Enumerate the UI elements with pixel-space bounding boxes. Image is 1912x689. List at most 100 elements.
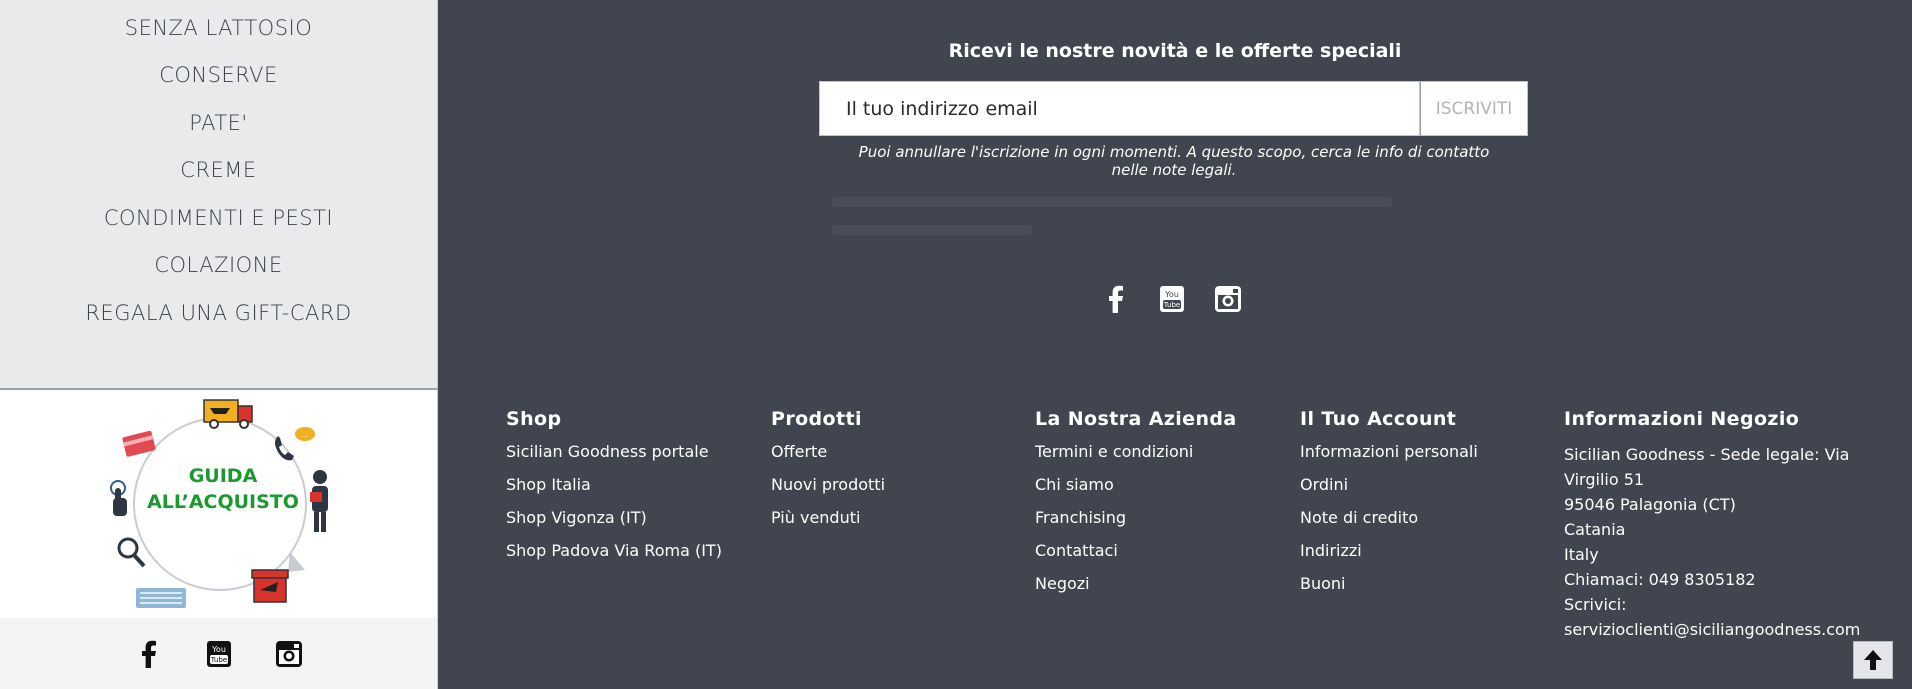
footer-link[interactable]: Chi siamo (1035, 475, 1114, 494)
footer-heading-azienda: La Nostra Azienda (1035, 408, 1237, 430)
footer-link-item: Ordini (1300, 475, 1478, 508)
store-postal-line: 95046 Palagonia (CT) (1564, 495, 1736, 514)
footer-link[interactable]: Shop Padova Via Roma (IT) (506, 541, 722, 560)
category-menu: SENZA LATTOSIO CONSERVE PATE' CREME COND… (0, 0, 438, 388)
footer-link-item: Shop Padova Via Roma (IT) (506, 541, 722, 574)
footer-link[interactable]: Negozi (1035, 574, 1090, 593)
svg-text:Tube: Tube (1163, 301, 1180, 309)
footer-link-item: Shop Italia (506, 475, 722, 508)
footer-social-links: You Tube (1100, 283, 1244, 315)
newsletter-note: Puoi annullare l'iscrizione in ogni mome… (858, 143, 1490, 179)
sidebar-social-links: You Tube (0, 618, 438, 689)
store-country-line: Italy (1564, 545, 1599, 564)
category-link-creme[interactable]: CREME (180, 158, 256, 182)
footer-link[interactable]: Più venduti (771, 508, 860, 527)
footer-column-account: Il Tuo Account Informazioni personali Or… (1300, 408, 1478, 607)
footer-link[interactable]: Indirizzi (1300, 541, 1362, 560)
store-phone-line: Chiamaci: 049 8305182 (1564, 570, 1756, 589)
facebook-icon[interactable] (133, 638, 165, 670)
youtube-icon[interactable]: You Tube (1156, 283, 1188, 315)
svg-text:…: … (300, 430, 308, 439)
store-email-link[interactable]: servizioclienti@siciliangoodness.com (1564, 617, 1864, 642)
category-link-gift-card[interactable]: REGALA UNA GIFT-CARD (85, 301, 351, 325)
footer-link-item: Offerte (771, 442, 885, 475)
category-list: SENZA LATTOSIO CONSERVE PATE' CREME COND… (0, 0, 437, 337)
category-link-senza-lattosio[interactable]: SENZA LATTOSIO (125, 16, 313, 40)
footer-link[interactable]: Offerte (771, 442, 827, 461)
footer-link[interactable]: Note di credito (1300, 508, 1418, 527)
delivery-truck-icon (203, 399, 253, 429)
category-link-conserve[interactable]: CONSERVE (159, 63, 278, 87)
footer-link[interactable]: Ordini (1300, 475, 1348, 494)
category-item: CONDIMENTI E PESTI (0, 194, 437, 242)
category-link-colazione[interactable]: COLAZIONE (154, 253, 282, 277)
store-email-label: Scrivici: (1564, 595, 1627, 614)
arrow-up-icon (1864, 650, 1882, 670)
guide-title-line2: ALL’ACQUISTO (147, 491, 299, 513)
footer-link-item: Informazioni personali (1300, 442, 1478, 475)
category-item: CONSERVE (0, 52, 437, 100)
footer-link-item: Nuovi prodotti (771, 475, 885, 508)
package-box-icon (251, 569, 289, 603)
footer-link[interactable]: Shop Italia (506, 475, 591, 494)
newsletter-email-input[interactable] (819, 81, 1420, 136)
youtube-icon[interactable]: You Tube (203, 638, 235, 670)
footer-link[interactable]: Contattaci (1035, 541, 1118, 560)
shopping-guide-banner[interactable]: … GUIDA ALL’ACQUISTO (0, 390, 438, 618)
footer-link-item: Chi siamo (1035, 475, 1237, 508)
svg-text:You: You (1164, 290, 1179, 299)
footer-link-item: Negozi (1035, 574, 1237, 607)
faint-placeholder-text (832, 197, 1432, 241)
footer-column-store-info: Informazioni Negozio Sicilian Goodness -… (1564, 408, 1864, 642)
back-to-top-button[interactable] (1853, 641, 1893, 679)
footer-link[interactable]: Buoni (1300, 574, 1346, 593)
hand-tap-icon (110, 480, 127, 516)
footer-heading-prodotti: Prodotti (771, 408, 862, 430)
footer-column-shop: Shop Sicilian Goodness portale Shop Ital… (506, 408, 722, 574)
category-item: SENZA LATTOSIO (0, 4, 437, 52)
subscribe-button[interactable]: ISCRIVITI (1420, 81, 1528, 136)
facebook-icon[interactable] (1100, 283, 1132, 315)
footer-heading-shop: Shop (506, 408, 562, 430)
newsletter-title: Ricevi le nostre novità e le offerte spe… (948, 40, 1402, 62)
category-link-condimenti-e-pesti[interactable]: CONDIMENTI E PESTI (104, 206, 333, 230)
category-item: REGALA UNA GIFT-CARD (0, 289, 437, 337)
footer-link[interactable]: Informazioni personali (1300, 442, 1478, 461)
footer-link-item: Sicilian Goodness portale (506, 442, 722, 475)
footer-link-item: Indirizzi (1300, 541, 1478, 574)
category-item: COLAZIONE (0, 242, 437, 290)
footer-link[interactable]: Franchising (1035, 508, 1126, 527)
newsletter-form: ISCRIVITI (819, 81, 1528, 136)
store-address-line: Sicilian Goodness - Sede legale: Via (1564, 445, 1850, 464)
magnifier-icon (117, 537, 146, 568)
footer-heading-account: Il Tuo Account (1300, 408, 1457, 430)
svg-text:Tube: Tube (209, 656, 226, 664)
category-item: CREME (0, 147, 437, 195)
person-icon (310, 470, 328, 532)
footer-column-azienda: La Nostra Azienda Termini e condizioni C… (1035, 408, 1237, 607)
footer-link-item: Termini e condizioni (1035, 442, 1237, 475)
guide-title-line1: GUIDA (189, 465, 258, 487)
category-link-pate[interactable]: PATE' (189, 111, 247, 135)
keyboard-icon (136, 588, 186, 608)
footer-link-item: Più venduti (771, 508, 885, 541)
category-item: PATE' (0, 99, 437, 147)
store-city-line: Catania (1564, 520, 1626, 539)
phone-icon: … (275, 427, 315, 461)
instagram-icon[interactable] (273, 638, 305, 670)
left-sidebar: SENZA LATTOSIO CONSERVE PATE' CREME COND… (0, 0, 438, 689)
footer-link[interactable]: Shop Vigonza (IT) (506, 508, 647, 527)
footer-link-item: Franchising (1035, 508, 1237, 541)
footer-heading-store: Informazioni Negozio (1564, 408, 1800, 430)
instagram-icon[interactable] (1212, 283, 1244, 315)
footer-link[interactable]: Nuovi prodotti (771, 475, 885, 494)
shopping-guide-illustration: … GUIDA ALL’ACQUISTO (110, 399, 328, 608)
footer-link[interactable]: Termini e condizioni (1035, 442, 1193, 461)
footer-link[interactable]: Sicilian Goodness portale (506, 442, 709, 461)
store-address-line: Virgilio 51 (1564, 470, 1645, 489)
footer-link-item: Buoni (1300, 574, 1478, 607)
svg-text:You: You (211, 645, 226, 654)
footer-column-prodotti: Prodotti Offerte Nuovi prodotti Più vend… (771, 408, 885, 541)
footer-link-item: Note di credito (1300, 508, 1478, 541)
footer-link-item: Contattaci (1035, 541, 1237, 574)
